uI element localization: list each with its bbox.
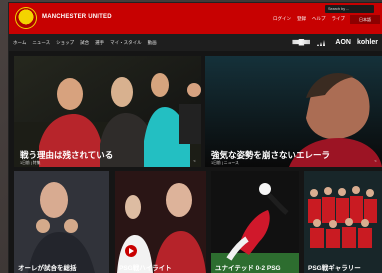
main-navigation: ホーム ニュース ショップ 試合 選手 マイ・スタイル 動画 AON kohle… bbox=[9, 34, 382, 51]
hero-card-left[interactable]: 戦う理由は残されている 1日前 | 特集 < bbox=[14, 56, 201, 167]
language-selector[interactable]: 日本語 bbox=[350, 15, 380, 24]
video-caption-2: PSG戦ハイライト bbox=[115, 265, 206, 273]
video-card-2[interactable]: PSG戦ハイライト bbox=[115, 171, 206, 273]
nav-item-home[interactable]: ホーム bbox=[13, 40, 26, 46]
news-photo-3 bbox=[211, 171, 299, 273]
share-icon[interactable]: < bbox=[192, 158, 197, 163]
news-caption-3: ユナイテッド 0-2 PSG bbox=[211, 265, 299, 273]
hero-caption-left: 戦う理由は残されている 1日前 | 特集 bbox=[14, 150, 201, 167]
nav-item-shop[interactable]: ショップ bbox=[56, 40, 74, 46]
nav-item-matches[interactable]: 試合 bbox=[80, 40, 89, 46]
login-link[interactable]: ログイン bbox=[273, 16, 291, 22]
brand-name: MANCHESTER UNITED bbox=[42, 14, 112, 20]
news-card-3[interactable]: ユナイテッド 0-2 PSG bbox=[211, 171, 299, 273]
nav-items: ホーム ニュース ショップ 試合 選手 マイ・スタイル 動画 bbox=[13, 40, 157, 46]
headline[interactable]: PSG戦ギャラリー bbox=[304, 265, 382, 273]
register-link[interactable]: 登録 bbox=[297, 16, 306, 22]
nav-item-players[interactable]: 選手 bbox=[95, 40, 104, 46]
headline[interactable]: PSG戦ハイライト bbox=[115, 265, 206, 273]
kohler-logo[interactable]: kohler bbox=[357, 39, 378, 46]
club-crest-logo[interactable] bbox=[15, 7, 37, 29]
nav-item-news[interactable]: ニュース bbox=[32, 40, 50, 46]
article-meta: 1日前 | 特集 bbox=[20, 161, 41, 165]
gallery-caption-4: PSG戦ギャラリー bbox=[304, 265, 382, 273]
gallery-photo-4 bbox=[304, 171, 382, 273]
news-card-1[interactable]: オーレが試合を総括 bbox=[14, 171, 109, 273]
aon-logo[interactable]: AON bbox=[335, 39, 351, 46]
video-photo-2 bbox=[115, 171, 206, 273]
headline[interactable]: ユナイテッド 0-2 PSG bbox=[211, 265, 299, 273]
top-links: ログイン 登録 ヘルプ ライブ bbox=[273, 16, 345, 22]
headline[interactable]: 戦う理由は残されている bbox=[14, 150, 201, 160]
play-video-icon[interactable] bbox=[125, 245, 137, 257]
site-window: MANCHESTER UNITED ログイン 登録 ヘルプ ライブ Search… bbox=[9, 3, 382, 273]
partner-logos: AON kohler bbox=[292, 38, 378, 46]
share-icon[interactable]: < bbox=[373, 158, 378, 163]
help-link[interactable]: ヘルプ bbox=[312, 16, 326, 22]
search-input[interactable]: Search by ... bbox=[325, 5, 374, 13]
live-link[interactable]: ライブ bbox=[332, 16, 346, 22]
gallery-card-4[interactable]: PSG戦ギャラリー bbox=[304, 171, 382, 273]
screenshot-background: MANCHESTER UNITED ログイン 登録 ヘルプ ライブ Search… bbox=[0, 0, 382, 273]
article-meta: 1日前 | ニュース bbox=[211, 161, 239, 165]
top-header: MANCHESTER UNITED ログイン 登録 ヘルプ ライブ Search… bbox=[9, 3, 382, 34]
headline[interactable]: 強気な姿勢を崩さないエレーラ bbox=[205, 150, 382, 160]
headline[interactable]: オーレが試合を総括 bbox=[14, 265, 109, 273]
news-caption-1: オーレが試合を総括 bbox=[14, 265, 109, 273]
adidas-logo[interactable] bbox=[316, 38, 329, 46]
nav-item-videos[interactable]: 動画 bbox=[148, 40, 157, 46]
hero-caption-right: 強気な姿勢を崩さないエレーラ 1日前 | ニュース bbox=[205, 150, 382, 167]
nav-item-mystyle[interactable]: マイ・スタイル bbox=[110, 40, 142, 46]
chevrolet-logo[interactable] bbox=[292, 38, 311, 46]
news-photo-1 bbox=[14, 171, 109, 273]
hero-card-right[interactable]: 強気な姿勢を崩さないエレーラ 1日前 | ニュース < bbox=[205, 56, 382, 167]
